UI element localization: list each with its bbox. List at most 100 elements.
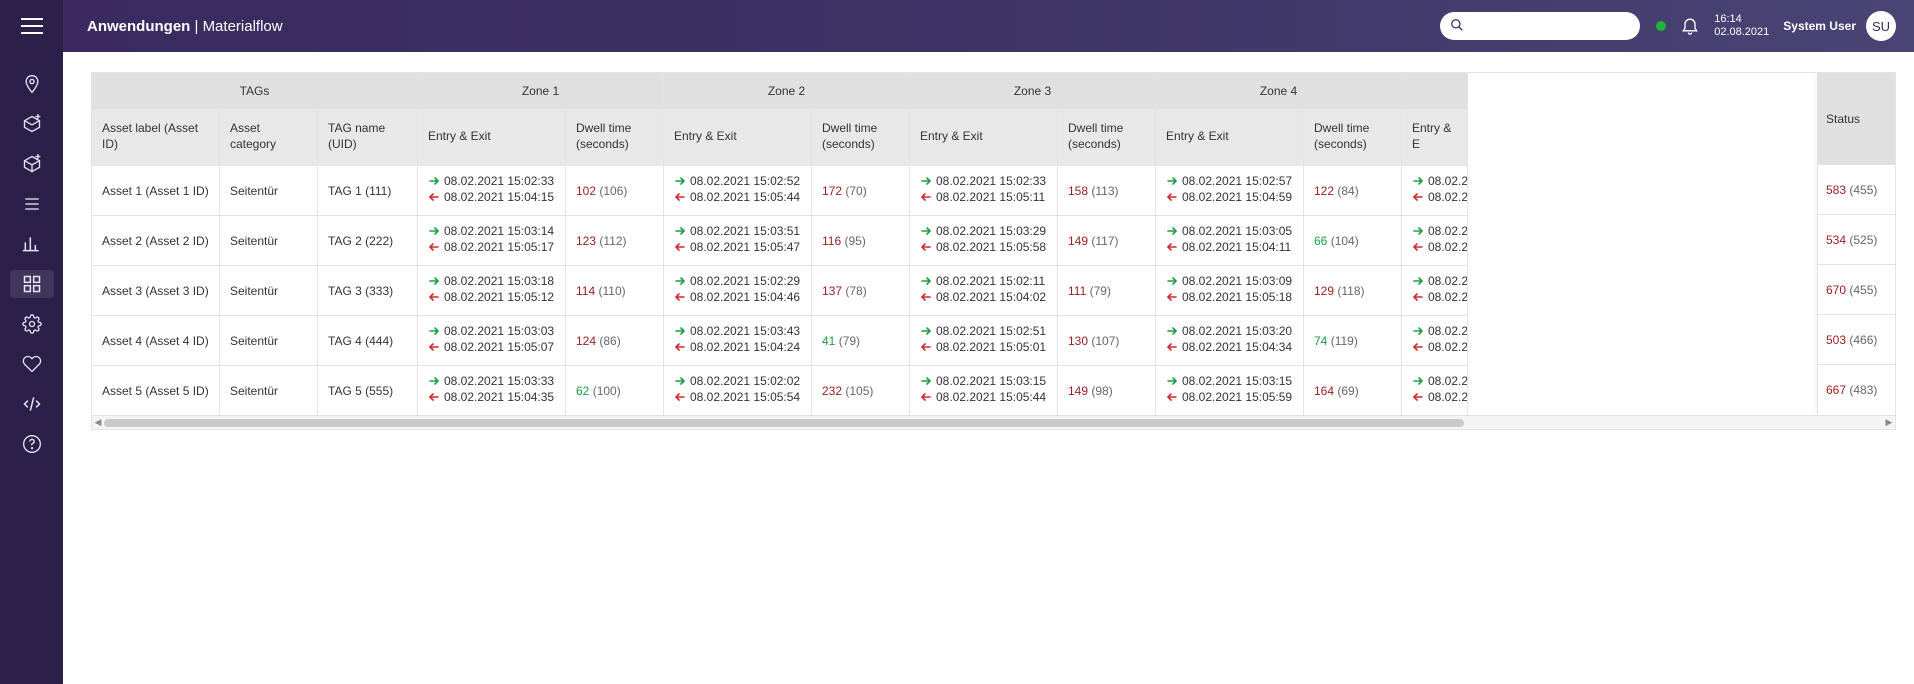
cell-status: 667 (483) (1818, 365, 1895, 415)
cell-entry-exit: 08.02.2021 15:03:0908.02.2021 15:05:18 (1156, 265, 1304, 315)
cell-dwell: 74 (119) (1304, 315, 1402, 365)
cell-entry-exit-partial: 08.02.208.02.2 (1402, 315, 1468, 365)
cell-dwell: 66 (104) (1304, 215, 1402, 265)
cell-asset-category: Seitentür (220, 215, 318, 265)
cell-entry-exit: 08.02.2021 15:03:0308.02.2021 15:05:07 (418, 315, 566, 365)
cell-entry-exit: 08.02.2021 15:03:2908.02.2021 15:05:58 (910, 215, 1058, 265)
notifications-button[interactable] (1680, 15, 1700, 38)
nav-code-icon[interactable] (10, 390, 54, 418)
header-entry-exit[interactable]: Entry & Exit (418, 109, 566, 165)
user-avatar[interactable]: SU (1866, 11, 1896, 41)
datetime-display: 16:14 02.08.2021 (1714, 13, 1769, 39)
header-status[interactable]: Status (1818, 73, 1895, 165)
cell-asset-label: Asset 5 (Asset 5 ID) (92, 365, 220, 415)
cell-asset-label: Asset 1 (Asset 1 ID) (92, 165, 220, 215)
header-group-zone2: Zone 2 (664, 73, 910, 109)
header-dwell[interactable]: Dwell time (seconds) (566, 109, 664, 165)
nav-settings-icon[interactable] (10, 310, 54, 338)
cell-entry-exit: 08.02.2021 15:02:3308.02.2021 15:04:15 (418, 165, 566, 215)
cell-dwell: 149 (98) (1058, 365, 1156, 415)
cell-dwell: 158 (113) (1058, 165, 1156, 215)
cell-entry-exit: 08.02.2021 15:02:5108.02.2021 15:05:01 (910, 315, 1058, 365)
cell-entry-exit: 08.02.2021 15:03:1808.02.2021 15:05:12 (418, 265, 566, 315)
cell-tag-name: TAG 4 (444) (318, 315, 418, 365)
header-tag-name[interactable]: TAG name (UID) (318, 109, 418, 165)
header-entry-exit[interactable]: Entry & Exit (664, 109, 812, 165)
scrollbar-thumb[interactable] (104, 419, 1464, 427)
nav-cube-plus-icon[interactable] (10, 150, 54, 178)
cell-status: 670 (455) (1818, 265, 1895, 315)
cell-dwell: 41 (79) (812, 315, 910, 365)
cell-dwell: 137 (78) (812, 265, 910, 315)
page-title: Anwendungen | Materialflow (87, 18, 283, 35)
cell-entry-exit: 08.02.2021 15:03:5108.02.2021 15:05:47 (664, 215, 812, 265)
cell-entry-exit: 08.02.2021 15:03:3308.02.2021 15:04:35 (418, 365, 566, 415)
horizontal-scrollbar[interactable]: ◀ ▶ (92, 415, 1895, 429)
header-group-zone3: Zone 3 (910, 73, 1156, 109)
header-asset-label[interactable]: Asset label (Asset ID) (92, 109, 220, 165)
cell-dwell: 164 (69) (1304, 365, 1402, 415)
cell-asset-category: Seitentür (220, 315, 318, 365)
cell-tag-name: TAG 2 (222) (318, 215, 418, 265)
search-icon (1450, 18, 1464, 35)
cell-entry-exit: 08.02.2021 15:02:2908.02.2021 15:04:46 (664, 265, 812, 315)
cell-dwell: 111 (79) (1058, 265, 1156, 315)
nav-heart-icon[interactable] (10, 350, 54, 378)
cell-tag-name: TAG 1 (111) (318, 165, 418, 215)
cell-status: 503 (466) (1818, 315, 1895, 365)
nav-dashboard-icon[interactable] (10, 270, 54, 298)
header-asset-category[interactable]: Asset category (220, 109, 318, 165)
cell-entry-exit-partial: 08.02.208.02.2 (1402, 215, 1468, 265)
header-entry-exit-partial[interactable]: Entry & E (1402, 109, 1468, 165)
nav-list-icon[interactable] (10, 190, 54, 218)
connection-status-dot (1656, 21, 1666, 31)
header-dwell[interactable]: Dwell time (seconds) (812, 109, 910, 165)
cell-entry-exit: 08.02.2021 15:03:1408.02.2021 15:05:17 (418, 215, 566, 265)
cell-dwell: 232 (105) (812, 365, 910, 415)
nav-package-plus-icon[interactable] (10, 110, 54, 138)
cell-entry-exit-partial: 08.02.208.02.2 (1402, 365, 1468, 415)
nav-map-icon[interactable] (10, 70, 54, 98)
username-label: System User (1783, 19, 1856, 33)
cell-dwell: 122 (84) (1304, 165, 1402, 215)
header-entry-exit[interactable]: Entry & Exit (910, 109, 1058, 165)
cell-entry-exit-partial: 08.02.208.02.2 (1402, 265, 1468, 315)
cell-entry-exit: 08.02.2021 15:02:0208.02.2021 15:05:54 (664, 365, 812, 415)
cell-entry-exit-partial: 08.02.208.02.2 (1402, 165, 1468, 215)
header-dwell[interactable]: Dwell time (seconds) (1058, 109, 1156, 165)
cell-status: 583 (455) (1818, 165, 1895, 215)
cell-asset-label: Asset 2 (Asset 2 ID) (92, 215, 220, 265)
cell-dwell: 172 (70) (812, 165, 910, 215)
hamburger-menu-button[interactable] (0, 0, 63, 52)
cell-asset-category: Seitentür (220, 265, 318, 315)
cell-entry-exit: 08.02.2021 15:02:5708.02.2021 15:04:59 (1156, 165, 1304, 215)
header-group-tags: TAGs (92, 73, 418, 109)
header-dwell[interactable]: Dwell time (seconds) (1304, 109, 1402, 165)
cell-entry-exit: 08.02.2021 15:03:2008.02.2021 15:04:34 (1156, 315, 1304, 365)
search-box[interactable] (1440, 12, 1640, 40)
cell-entry-exit: 08.02.2021 15:03:1508.02.2021 15:05:59 (1156, 365, 1304, 415)
cell-dwell: 124 (86) (566, 315, 664, 365)
header-entry-exit[interactable]: Entry & Exit (1156, 109, 1304, 165)
cell-asset-category: Seitentür (220, 165, 318, 215)
cell-tag-name: TAG 3 (333) (318, 265, 418, 315)
cell-dwell: 114 (110) (566, 265, 664, 315)
header-group-zone5 (1402, 73, 1468, 109)
topbar: Anwendungen | Materialflow 16:14 02.08.2… (63, 0, 1914, 52)
cell-entry-exit: 08.02.2021 15:03:1508.02.2021 15:05:44 (910, 365, 1058, 415)
cell-entry-exit: 08.02.2021 15:03:4308.02.2021 15:04:24 (664, 315, 812, 365)
cell-dwell: 116 (95) (812, 215, 910, 265)
header-group-zone1: Zone 1 (418, 73, 664, 109)
cell-entry-exit: 08.02.2021 15:02:5208.02.2021 15:05:44 (664, 165, 812, 215)
header-group-zone4: Zone 4 (1156, 73, 1402, 109)
cell-tag-name: TAG 5 (555) (318, 365, 418, 415)
cell-dwell: 130 (107) (1058, 315, 1156, 365)
nav-help-icon[interactable] (10, 430, 54, 458)
cell-entry-exit: 08.02.2021 15:03:0508.02.2021 15:04:11 (1156, 215, 1304, 265)
sidebar (0, 0, 63, 684)
content-area: TAGsZone 1Zone 2Zone 3Zone 4 Asset label … (63, 52, 1914, 684)
search-input[interactable] (1464, 19, 1614, 33)
cell-dwell: 102 (106) (566, 165, 664, 215)
nav-chart-icon[interactable] (10, 230, 54, 258)
cell-dwell: 62 (100) (566, 365, 664, 415)
